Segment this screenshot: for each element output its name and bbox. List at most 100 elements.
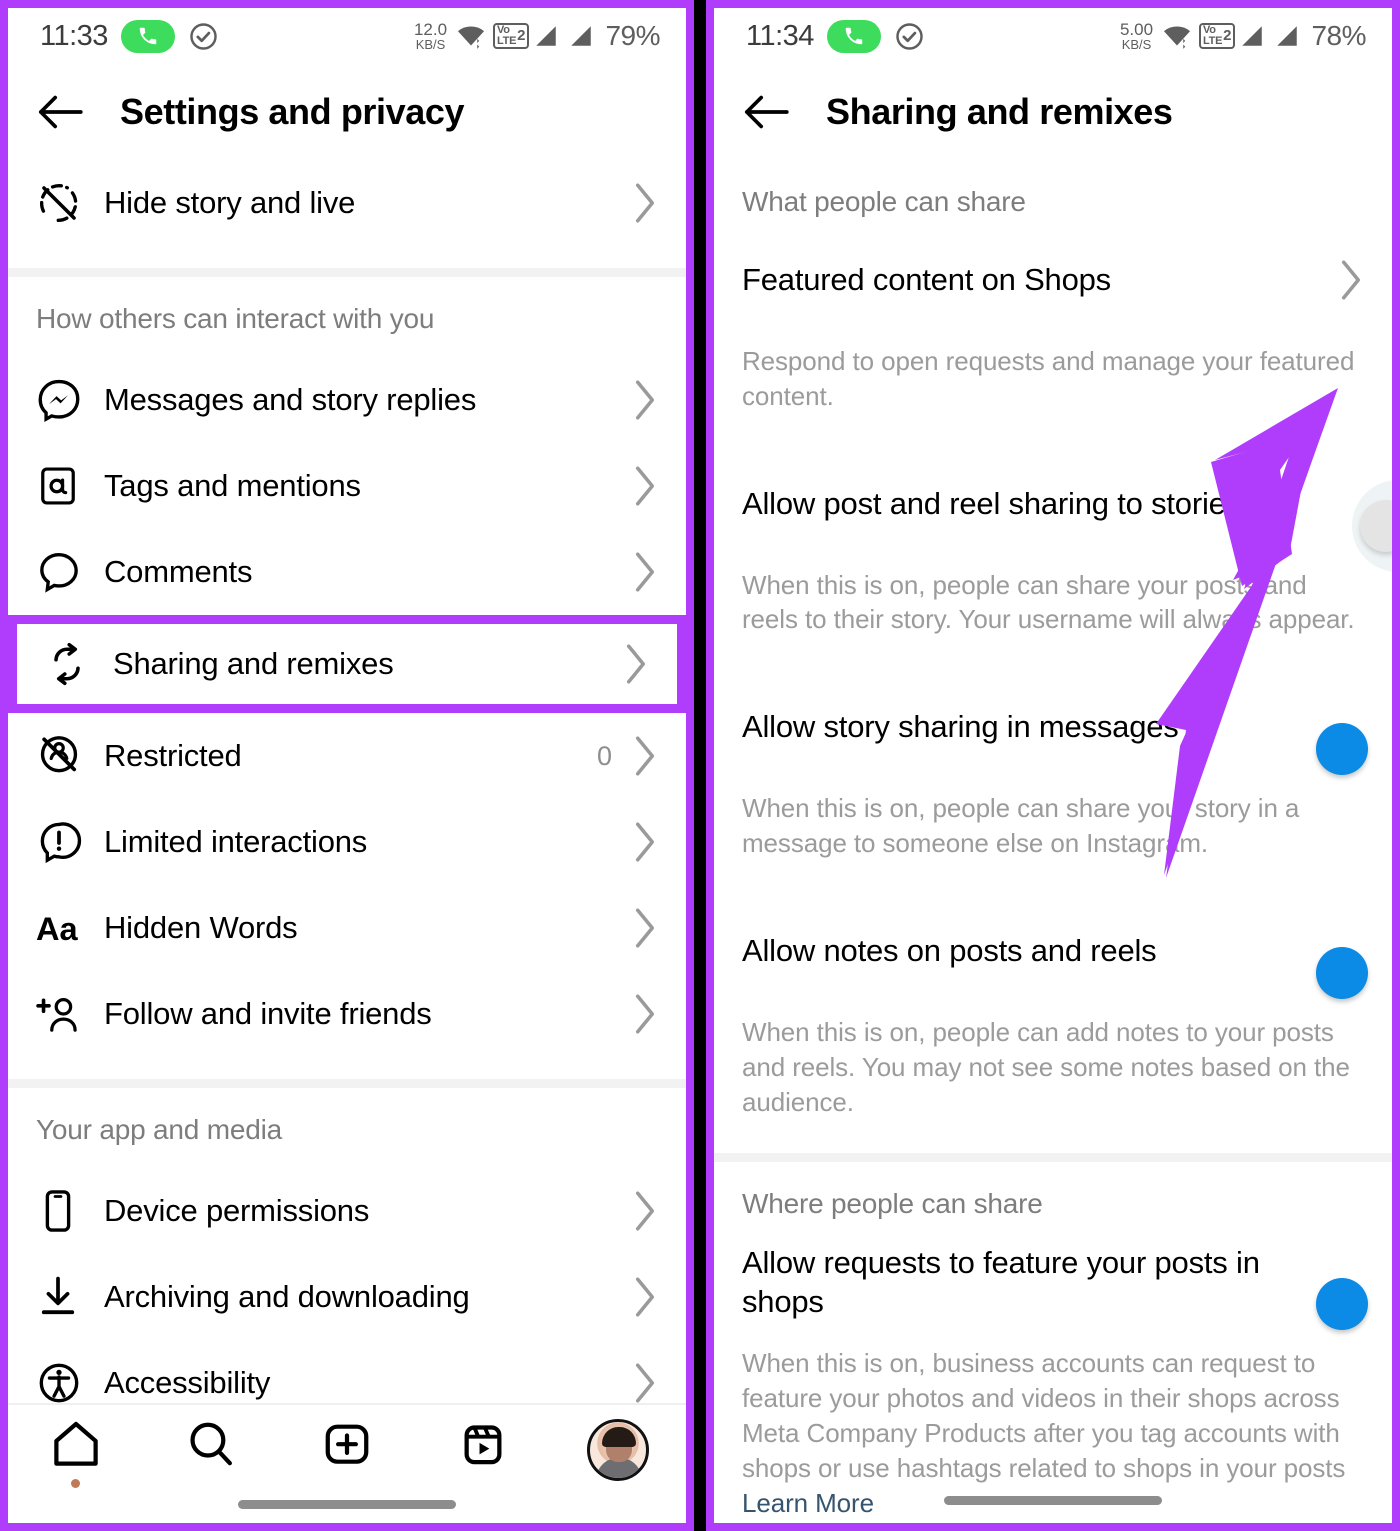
list-item-label: Hide story and live [104,185,356,220]
spacer [714,860,1392,911]
learn-more-link[interactable]: Learn More [742,1488,874,1518]
hidden-words-icon: Aa [36,908,94,948]
bottom-navigation-bar[interactable] [8,1403,686,1523]
section-header-interact: How others can interact with you [8,277,686,357]
chevron-right-icon [632,182,658,224]
list-item-limited-interactions[interactable]: Limited interactions [8,799,686,885]
volte-icon: Vo LTE 2 [493,22,530,50]
nav-create[interactable] [302,1419,392,1474]
row-allow-story-sharing-messages[interactable]: Allow story sharing in messages [714,687,1392,768]
network-speed-unit: KB/S [1121,37,1152,53]
svg-text:Aa: Aa [36,911,79,947]
chevron-right-icon [632,465,658,507]
list-item-sharing-remixes[interactable]: Sharing and remixes [17,624,677,704]
list-item-label: Tags and mentions [104,468,361,503]
volte-top: Vo [1203,23,1216,36]
chevron-right-icon [632,551,658,593]
gesture-home-bar[interactable] [944,1496,1162,1505]
nav-reels[interactable] [438,1419,528,1474]
call-active-icon [120,19,175,53]
network-speed-value: 12.0 [413,19,448,39]
section-divider [8,1079,686,1088]
gesture-home-bar[interactable] [238,1500,456,1509]
signal-bars-2-icon [1273,23,1301,49]
list-item-label: Sharing and remixes [113,646,394,681]
chevron-right-icon [632,735,658,777]
restricted-count: 0 [596,740,612,771]
signal-bars-2-icon [567,23,595,49]
row-title: Allow story sharing in messages [742,709,1179,745]
chevron-right-icon [632,1190,658,1232]
list-item-label: Accessibility [104,1365,271,1400]
chevron-right-icon [632,821,658,863]
call-active-icon [826,19,881,53]
list-item-messages-story-replies[interactable]: Messages and story replies [8,357,686,443]
hide-story-icon [36,180,94,226]
right-status-bar: 11:34 5.00 KB/S Vo LTE 2 78% [714,8,1392,64]
row-allow-post-reel-sharing-stories[interactable]: Allow post and reel sharing to stories [714,463,1392,572]
chevron-right-icon [1338,259,1364,301]
right-phone-screenshot: 11:34 5.00 KB/S Vo LTE 2 78% Sharing and… [706,0,1400,1531]
download-icon [36,1274,94,1320]
network-speed-indicator: 5.00 KB/S [1119,19,1154,53]
sharing-remixes-list[interactable]: What people can share Featured content o… [714,160,1392,1523]
left-settings-list[interactable]: Hide story and live How others can inter… [8,160,686,1403]
list-item-follow-invite-friends[interactable]: Follow and invite friends [8,971,686,1057]
dnd-check-icon [188,21,219,52]
list-item-label: Device permissions [104,1193,370,1228]
arrow-left-icon[interactable] [36,94,92,130]
network-speed-value: 5.00 [1119,19,1154,39]
list-item-restricted[interactable]: Restricted 0 [8,713,686,799]
row-featured-content-shops[interactable]: Featured content on Shops [714,240,1392,320]
list-item-tags-mentions[interactable]: Tags and mentions [8,443,686,529]
row-title: Featured content on Shops [742,262,1111,298]
avatar-hair [602,1427,637,1447]
row-description-with-link: When this is on, business accounts can r… [714,1322,1392,1521]
chevron-right-icon [632,907,658,949]
list-item-hidden-words[interactable]: Aa Hidden Words [8,885,686,971]
create-plus-icon [321,1419,373,1474]
list-item-label: Messages and story replies [104,382,477,417]
limited-interactions-icon [36,819,94,865]
row-description: When this is on, people can share your s… [714,767,1392,861]
home-icon [50,1419,102,1474]
row-description: Respond to open requests and manage your… [714,320,1392,414]
list-item-device-permissions[interactable]: Device permissions [8,1168,686,1254]
left-phone-screenshot: 11:33 12.0 KB/S Vo LTE 2 79% Settings an… [0,0,694,1531]
spacer [714,1119,1392,1154]
right-app-bar: Sharing and remixes [714,64,1392,160]
nav-home[interactable] [31,1419,121,1488]
section-header-what-people-share: What people can share [714,160,1392,240]
list-item-label: Hidden Words [104,910,298,945]
row-allow-notes-posts-reels[interactable]: Allow notes on posts and reels [714,910,1392,991]
network-speed-indicator: 12.0 KB/S [413,19,448,51]
status-time: 11:33 [40,19,108,52]
row-title: Allow requests to feature your posts in … [742,1244,1260,1320]
nav-profile[interactable] [573,1419,663,1481]
list-item-archiving-downloading[interactable]: Archiving and downloading [8,1254,686,1340]
spacer [714,637,1392,688]
spacer [8,246,686,268]
chevron-right-icon [632,379,658,421]
chevron-right-icon [623,643,649,685]
spacer [714,413,1392,464]
add-person-icon [36,992,94,1036]
list-item-hide-story[interactable]: Hide story and live [8,160,686,246]
list-item-label: Archiving and downloading [104,1279,470,1314]
arrow-left-icon[interactable] [742,94,798,130]
volte-icon: Vo LTE 2 [1199,22,1236,50]
wifi-icon [1162,23,1192,49]
volte-bottom: LTE [1203,34,1223,47]
list-item-accessibility[interactable]: Accessibility [8,1340,686,1403]
list-item-comments[interactable]: Comments [8,529,686,615]
row-allow-requests-feature-posts-shops[interactable]: Allow requests to feature your posts in … [714,1242,1392,1323]
row-description-text: When this is on, business accounts can r… [742,1348,1346,1483]
section-divider [8,268,686,277]
spacer [8,1057,686,1079]
spacer [714,1520,1392,1523]
section-header-where-people-share: Where people can share [714,1162,1392,1243]
comment-bubble-icon [36,549,94,595]
row-title: Allow notes on posts and reels [742,933,1157,969]
nav-search[interactable] [166,1419,256,1474]
row-description: When this is on, people can share your p… [714,543,1392,638]
